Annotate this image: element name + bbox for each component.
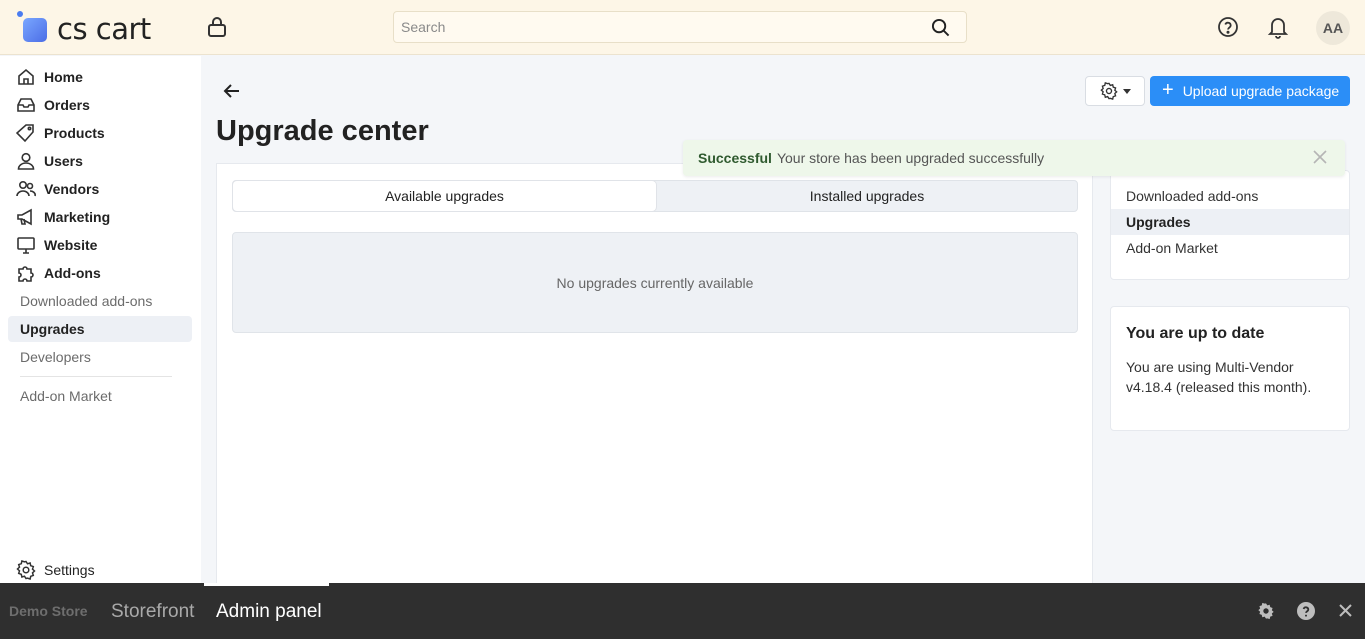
top-header: cs cart AA: [0, 0, 1365, 55]
success-notification: Successful Your store has been upgraded …: [683, 140, 1345, 176]
gear-icon: [16, 560, 36, 580]
sidebar-sub-upgrades[interactable]: Upgrades: [8, 316, 192, 342]
sidebar-item-users[interactable]: Users: [16, 148, 83, 174]
monitor-icon: [17, 237, 35, 254]
notification-title: Successful: [698, 150, 772, 166]
sidebar-item-label: Home: [44, 69, 83, 85]
megaphone-icon: [17, 208, 32, 226]
upgrade-tabs: Available upgrades Installed upgrades: [232, 180, 1078, 212]
search-box[interactable]: [393, 11, 967, 43]
sidebar-sub-downloaded-add-ons[interactable]: Downloaded add-ons: [8, 288, 192, 314]
help-icon[interactable]: [1217, 16, 1239, 38]
upgrades-panel: Available upgrades Installed upgrades No…: [216, 163, 1093, 583]
sidebar-item-label: Add-ons: [44, 265, 101, 281]
cs-cart-logo[interactable]: cs cart: [17, 11, 167, 46]
empty-message: No upgrades currently available: [556, 274, 754, 291]
orders-icon: [17, 98, 35, 112]
help-icon[interactable]: [1297, 602, 1315, 620]
sidebar-item-label: Settings: [44, 562, 95, 578]
active-tab-indicator: [204, 583, 329, 586]
logo-mark: [23, 18, 47, 42]
admin-panel-link[interactable]: Admin panel: [216, 601, 322, 623]
plus-icon: +: [1162, 79, 1174, 101]
sidebar-item-products[interactable]: Products: [16, 120, 105, 146]
close-icon[interactable]: [1313, 150, 1327, 164]
gear-icon: [1099, 82, 1118, 100]
store-name: Demo Store: [9, 603, 88, 619]
tab-available-upgrades[interactable]: Available upgrades: [233, 181, 656, 211]
status-card-title: You are up to date: [1126, 325, 1265, 342]
sidebar-item-label: Products: [44, 125, 105, 141]
close-icon[interactable]: [1339, 604, 1352, 617]
user-icon: [17, 152, 35, 170]
sidebar-item-label: Users: [44, 153, 83, 169]
storefront-link[interactable]: Storefront: [111, 601, 194, 623]
sidebar-item-label: Orders: [44, 97, 90, 113]
sidebar-item-add-ons[interactable]: Add-ons: [16, 260, 101, 286]
status-card-body: You are using Multi-Vendor v4.18.4 (rele…: [1126, 359, 1312, 395]
empty-state: No upgrades currently available: [232, 232, 1078, 333]
side-menu-downloaded-add-ons[interactable]: Downloaded add-ons: [1111, 183, 1349, 209]
search-input[interactable]: [394, 12, 914, 42]
back-arrow-icon[interactable]: [221, 80, 243, 102]
sidebar-item-label: Vendors: [44, 181, 100, 197]
gear-icon[interactable]: [1257, 602, 1275, 620]
notification-message: Your store has been upgraded successfull…: [776, 150, 1045, 166]
sidebar-item-marketing[interactable]: Marketing: [16, 204, 110, 230]
sidebar-item-label: Marketing: [44, 209, 111, 225]
sidebar: Home Orders Products Users Vendors Marke…: [0, 56, 201, 583]
page-title: Upgrade center: [216, 115, 429, 147]
upload-button-label: Upload upgrade package: [1182, 83, 1340, 99]
search-icon[interactable]: [931, 18, 950, 37]
status-card: You are up to date You are using Multi-V…: [1110, 306, 1350, 431]
sidebar-sub-add-on-market[interactable]: Add-on Market: [8, 383, 192, 409]
logo-text: cs cart: [57, 12, 151, 46]
sidebar-sub-developers[interactable]: Developers: [8, 344, 192, 370]
sidebar-divider: [20, 376, 172, 377]
logo-dot: [17, 11, 23, 17]
addons-side-menu: Downloaded add-ons Upgrades Add-on Marke…: [1110, 170, 1350, 280]
side-menu-upgrades[interactable]: Upgrades: [1111, 209, 1349, 235]
sidebar-item-website[interactable]: Website: [16, 232, 97, 258]
chevron-down-icon: [1122, 88, 1131, 94]
sidebar-item-vendors[interactable]: Vendors: [16, 176, 99, 202]
tag-icon: [16, 124, 34, 143]
sidebar-item-orders[interactable]: Orders: [16, 92, 90, 118]
bottom-bar: Demo Store Storefront Admin panel: [0, 583, 1365, 639]
settings-dropdown-button[interactable]: [1085, 76, 1145, 106]
home-icon: [18, 68, 34, 85]
upload-upgrade-package-button[interactable]: + Upload upgrade package: [1150, 76, 1350, 106]
user-avatar[interactable]: AA: [1316, 11, 1350, 45]
sidebar-item-label: Website: [44, 237, 98, 253]
side-menu-add-on-market[interactable]: Add-on Market: [1111, 235, 1349, 261]
lock-icon[interactable]: [207, 16, 227, 38]
bell-icon[interactable]: [1267, 15, 1289, 39]
sidebar-item-home[interactable]: Home: [16, 64, 83, 90]
puzzle-icon: [18, 266, 34, 282]
vendors-icon: [16, 180, 36, 197]
sidebar-item-settings[interactable]: Settings: [16, 557, 95, 583]
tab-installed-upgrades[interactable]: Installed upgrades: [656, 181, 1078, 211]
